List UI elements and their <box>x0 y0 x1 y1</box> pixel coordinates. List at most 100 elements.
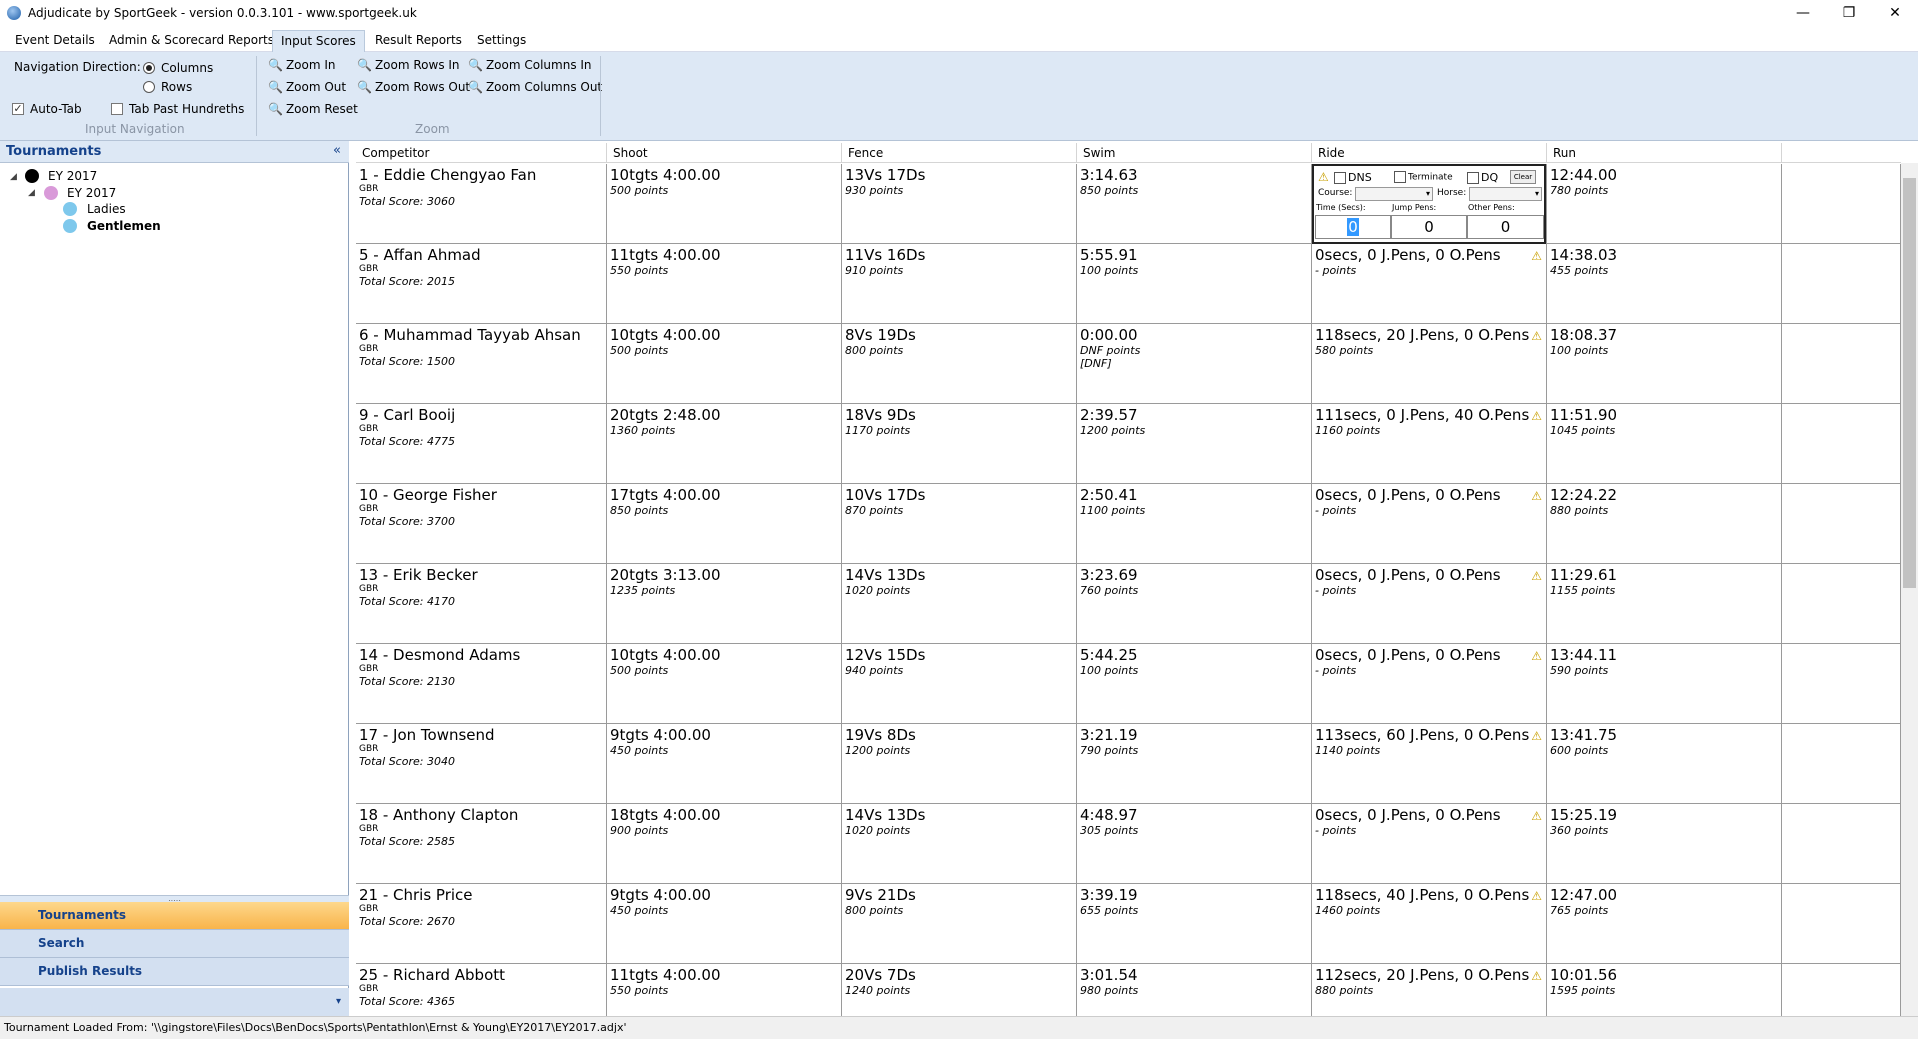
swim-cell[interactable]: 2:50.41 1100 points <box>1077 484 1312 564</box>
tree-node-gentlemen[interactable]: Gentlemen <box>87 218 161 234</box>
run-cell[interactable]: 12:44.00 780 points <box>1547 164 1782 244</box>
empty-cell[interactable] <box>1782 164 1901 244</box>
ride-cell[interactable]: 0secs, 0 J.Pens, 0 O.Pens - points ⚠ <box>1312 644 1547 724</box>
swim-cell[interactable]: 4:48.97 305 points <box>1077 804 1312 884</box>
clear-button[interactable]: Clear <box>1510 170 1536 184</box>
fence-cell[interactable]: 10Vs 17Ds 870 points <box>842 484 1077 564</box>
zoom-columns-out-button[interactable]: 🔍 Zoom Columns Out <box>468 79 602 95</box>
swim-cell[interactable]: 5:44.25 100 points <box>1077 644 1312 724</box>
terminate-checkbox[interactable] <box>1394 171 1406 183</box>
shoot-cell[interactable]: 10tgts 4:00.00 500 points <box>607 164 842 244</box>
ride-cell[interactable]: 118secs, 40 J.Pens, 0 O.Pens 1460 points ⚠ <box>1312 884 1547 964</box>
time-input[interactable]: 0 <box>1315 215 1391 239</box>
competitor-cell[interactable]: 25 - Richard Abbott GBR Total Score: 4365 <box>356 964 607 1016</box>
close-icon[interactable]: ✕ <box>1872 0 1918 26</box>
panel-splitter[interactable]: ..... <box>0 895 349 903</box>
run-cell[interactable]: 13:41.75 600 points <box>1547 724 1782 804</box>
shoot-cell[interactable]: 20tgts 3:13.00 1235 points <box>607 564 842 644</box>
run-cell[interactable]: 10:01.56 1595 points <box>1547 964 1782 1016</box>
fence-cell[interactable]: 11Vs 16Ds 910 points <box>842 244 1077 324</box>
nav-search-button[interactable]: Search <box>0 930 349 958</box>
run-cell[interactable]: 12:47.00 765 points <box>1547 884 1782 964</box>
empty-cell[interactable] <box>1782 484 1901 564</box>
run-cell[interactable]: 15:25.19 360 points <box>1547 804 1782 884</box>
other-pens-input[interactable]: 0 <box>1467 215 1544 239</box>
ride-cell[interactable]: 118secs, 20 J.Pens, 0 O.Pens 580 points ⚠ <box>1312 324 1547 404</box>
collapse-panel-icon[interactable]: « <box>333 143 341 158</box>
fence-cell[interactable]: 8Vs 19Ds 800 points <box>842 324 1077 404</box>
tab-past-hundreths-checkbox[interactable] <box>111 103 123 115</box>
swim-cell[interactable]: 3:01.54 980 points <box>1077 964 1312 1016</box>
empty-cell[interactable] <box>1782 564 1901 644</box>
run-cell[interactable]: 18:08.37 100 points <box>1547 324 1782 404</box>
header-run[interactable]: Run <box>1547 143 1782 163</box>
dq-checkbox[interactable] <box>1467 172 1479 184</box>
run-cell[interactable]: 13:44.11 590 points <box>1547 644 1782 724</box>
shoot-cell[interactable]: 10tgts 4:00.00 500 points <box>607 324 842 404</box>
header-fence[interactable]: Fence <box>842 143 1077 163</box>
swim-cell[interactable]: 3:23.69 760 points <box>1077 564 1312 644</box>
dq-toggle[interactable]: DQ <box>1467 171 1498 184</box>
fence-cell[interactable]: 14Vs 13Ds 1020 points <box>842 564 1077 644</box>
fence-cell[interactable]: 19Vs 8Ds 1200 points <box>842 724 1077 804</box>
fence-cell[interactable]: 9Vs 21Ds 800 points <box>842 884 1077 964</box>
terminate-toggle[interactable]: Terminate <box>1394 171 1453 183</box>
swim-cell[interactable]: 3:14.63 850 points <box>1077 164 1312 244</box>
shoot-cell[interactable]: 10tgts 4:00.00 500 points <box>607 644 842 724</box>
competitor-cell[interactable]: 5 - Affan Ahmad GBR Total Score: 2015 <box>356 244 607 324</box>
shoot-cell[interactable]: 20tgts 2:48.00 1360 points <box>607 404 842 484</box>
ride-cell[interactable]: 0secs, 0 J.Pens, 0 O.Pens - points ⚠ <box>1312 804 1547 884</box>
tree-expand-icon[interactable]: ◢ <box>28 188 35 198</box>
tree-expand-icon[interactable]: ◢ <box>10 172 17 182</box>
ride-cell[interactable]: 112secs, 20 J.Pens, 0 O.Pens 880 points ⚠ <box>1312 964 1547 1016</box>
tab-admin-scorecard-reports[interactable]: Admin & Scorecard Reports <box>101 30 282 52</box>
ride-cell[interactable]: 0secs, 0 J.Pens, 0 O.Pens - points ⚠ <box>1312 244 1547 324</box>
course-dropdown[interactable]: ▾ <box>1355 187 1433 201</box>
competitor-cell[interactable]: 18 - Anthony Clapton GBR Total Score: 2585 <box>356 804 607 884</box>
fence-cell[interactable]: 20Vs 7Ds 1240 points <box>842 964 1077 1016</box>
shoot-cell[interactable]: 11tgts 4:00.00 550 points <box>607 964 842 1016</box>
run-cell[interactable]: 12:24.22 880 points <box>1547 484 1782 564</box>
tree-node-ey2017-root[interactable]: EY 2017 <box>48 168 97 184</box>
shoot-cell[interactable]: 11tgts 4:00.00 550 points <box>607 244 842 324</box>
empty-cell[interactable] <box>1782 404 1901 484</box>
zoom-rows-in-button[interactable]: 🔍 Zoom Rows In <box>357 57 460 73</box>
shoot-cell[interactable]: 9tgts 4:00.00 450 points <box>607 724 842 804</box>
shoot-cell[interactable]: 18tgts 4:00.00 900 points <box>607 804 842 884</box>
tree-node-ey2017-child[interactable]: EY 2017 <box>67 185 116 201</box>
zoom-reset-button[interactable]: 🔍 Zoom Reset <box>268 101 358 117</box>
dns-checkbox[interactable] <box>1334 172 1346 184</box>
rows-radio[interactable] <box>143 81 155 93</box>
competitor-cell[interactable]: 13 - Erik Becker GBR Total Score: 4170 <box>356 564 607 644</box>
fence-cell[interactable]: 13Vs 17Ds 930 points <box>842 164 1077 244</box>
tab-result-reports[interactable]: Result Reports <box>367 30 470 52</box>
minimize-icon[interactable]: — <box>1780 0 1826 26</box>
ride-cell[interactable]: 111secs, 0 J.Pens, 40 O.Pens 1160 points ⚠ <box>1312 404 1547 484</box>
header-shoot[interactable]: Shoot <box>607 143 842 163</box>
horse-dropdown[interactable]: ▾ <box>1469 187 1542 201</box>
fence-cell[interactable]: 18Vs 9Ds 1170 points <box>842 404 1077 484</box>
tree-node-ladies[interactable]: Ladies <box>87 201 126 217</box>
zoom-rows-out-button[interactable]: 🔍 Zoom Rows Out <box>357 79 470 95</box>
scrollbar-thumb[interactable] <box>1903 178 1916 588</box>
zoom-in-button[interactable]: 🔍 Zoom In <box>268 57 336 73</box>
zoom-columns-in-button[interactable]: 🔍 Zoom Columns In <box>468 57 592 73</box>
competitor-cell[interactable]: 9 - Carl Booij GBR Total Score: 4775 <box>356 404 607 484</box>
dns-toggle[interactable]: DNS <box>1334 171 1372 184</box>
ride-cell[interactable]: 113secs, 60 J.Pens, 0 O.Pens 1140 points ⚠ <box>1312 724 1547 804</box>
auto-tab-checkbox[interactable]: ✓ <box>12 103 24 115</box>
tab-event-details[interactable]: Event Details <box>7 30 103 52</box>
swim-cell[interactable]: 5:55.91 100 points <box>1077 244 1312 324</box>
columns-radio[interactable] <box>143 62 155 74</box>
empty-cell[interactable] <box>1782 804 1901 884</box>
ride-cell[interactable]: 0secs, 0 J.Pens, 0 O.Pens - points ⚠ <box>1312 564 1547 644</box>
nav-options-chevron-icon[interactable]: ▾ <box>0 988 349 1016</box>
empty-cell[interactable] <box>1782 964 1901 1016</box>
run-cell[interactable]: 11:29.61 1155 points <box>1547 564 1782 644</box>
header-competitor[interactable]: Competitor <box>356 143 607 163</box>
swim-cell[interactable]: 2:39.57 1200 points <box>1077 404 1312 484</box>
ride-cell-editor[interactable]: ⚠ DNS Terminate DQ Clear Course: ▾ Horse: ▾ Time … <box>1312 164 1547 244</box>
swim-cell[interactable]: 0:00.00 DNF points [DNF] <box>1077 324 1312 404</box>
run-cell[interactable]: 14:38.03 455 points <box>1547 244 1782 324</box>
nav-publish-results-button[interactable]: Publish Results <box>0 958 349 986</box>
